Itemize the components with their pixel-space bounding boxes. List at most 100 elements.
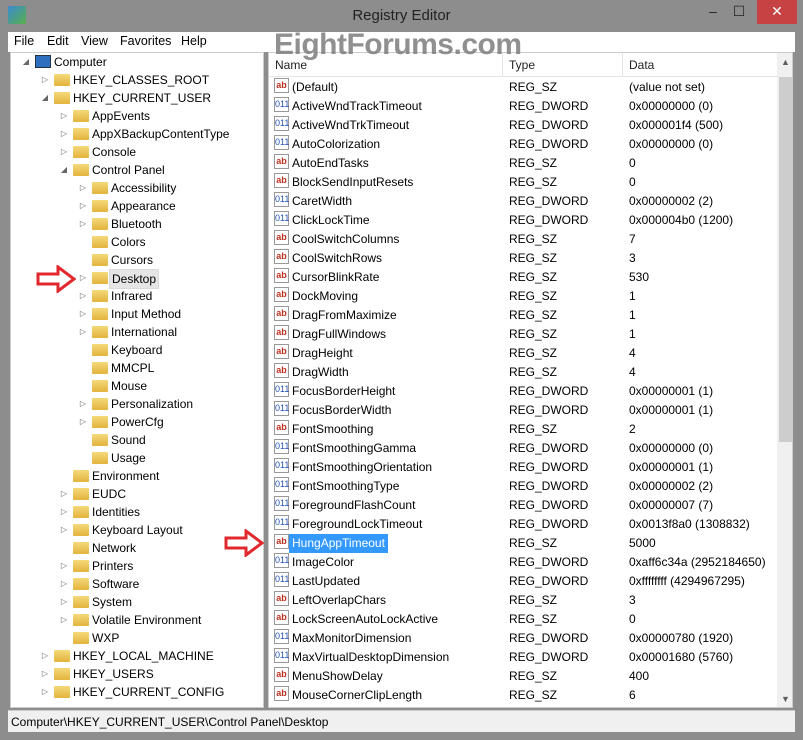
expand-icon[interactable]: ▷ <box>78 287 88 305</box>
tree-item[interactable]: ▷ Bluetooth <box>11 215 263 233</box>
value-row[interactable]: ab AutoEndTasks REG_SZ 0 <box>269 154 777 173</box>
collapse-icon[interactable]: ◢ <box>59 161 69 179</box>
tree-item[interactable]: ▷ Volatile Environment <box>11 611 263 629</box>
menu-help[interactable]: Help <box>181 34 207 48</box>
value-row[interactable]: ab MouseCornerClipLength REG_SZ 6 <box>269 686 777 705</box>
value-row[interactable]: ab CoolSwitchRows REG_SZ 3 <box>269 249 777 268</box>
value-row[interactable]: ab DockMoving REG_SZ 1 <box>269 287 777 306</box>
value-row[interactable]: ab BlockSendInputResets REG_SZ 0 <box>269 173 777 192</box>
tree-item[interactable]: ▷ Printers <box>11 557 263 575</box>
value-row[interactable]: 011 ForegroundFlashCount REG_DWORD 0x000000… <box>269 496 777 515</box>
value-row[interactable]: 011 ClickLockTime REG_DWORD 0x000004b0 (120… <box>269 211 777 230</box>
value-row[interactable]: ab LockScreenAutoLockActive REG_SZ 0 <box>269 610 777 629</box>
values-list[interactable]: Name Type Data ab (Default) REG_SZ (value n… <box>268 52 793 708</box>
tree-item[interactable]: ▷ HKEY_LOCAL_MACHINE <box>11 647 263 665</box>
value-row[interactable]: 011 AutoColorization REG_DWORD 0x00000000 (… <box>269 135 777 154</box>
expand-icon[interactable]: ▷ <box>78 179 88 197</box>
expand-icon[interactable]: ▷ <box>78 215 88 233</box>
value-row[interactable]: 011 CaretWidth REG_DWORD 0x00000002 (2) <box>269 192 777 211</box>
value-row[interactable]: ab MenuShowDelay REG_SZ 400 <box>269 667 777 686</box>
menu-edit[interactable]: Edit <box>47 34 69 48</box>
value-row[interactable]: ab DragFullWindows REG_SZ 1 <box>269 325 777 344</box>
value-row[interactable]: ab HungAppTimeout REG_SZ 5000 <box>269 534 777 553</box>
tree-item[interactable]: ◢ Computer <box>11 53 263 71</box>
expand-icon[interactable]: ▷ <box>59 107 69 125</box>
tree-item[interactable]: MMCPL <box>11 359 263 377</box>
tree-item[interactable]: ▷ HKEY_CURRENT_CONFIG <box>11 683 263 701</box>
expand-icon[interactable]: ▷ <box>78 323 88 341</box>
value-row[interactable]: 011 ActiveWndTrackTimeout REG_DWORD 0x00000… <box>269 97 777 116</box>
value-row[interactable]: ab FontSmoothing REG_SZ 2 <box>269 420 777 439</box>
value-row[interactable]: 011 MaxVirtualDesktopDimension REG_DWORD 0x… <box>269 648 777 667</box>
value-row[interactable]: 011 FocusBorderWidth REG_DWORD 0x00000001 (… <box>269 401 777 420</box>
tree-item[interactable]: Colors <box>11 233 263 251</box>
value-row[interactable]: 011 MaxMonitorDimension REG_DWORD 0x0000078… <box>269 629 777 648</box>
value-row[interactable]: 011 ActiveWndTrkTimeout REG_DWORD 0x000001f… <box>269 116 777 135</box>
value-row[interactable]: ab CoolSwitchColumns REG_SZ 7 <box>269 230 777 249</box>
scrollbar-thumb[interactable] <box>779 77 792 442</box>
tree-item[interactable]: Keyboard <box>11 341 263 359</box>
expand-icon[interactable]: ▷ <box>59 503 69 521</box>
expand-icon[interactable]: ▷ <box>59 125 69 143</box>
value-row[interactable]: 011 FontSmoothingOrientation REG_DWORD 0x00… <box>269 458 777 477</box>
value-row[interactable]: 011 FontSmoothingGamma REG_DWORD 0x00000000… <box>269 439 777 458</box>
tree-item[interactable]: ◢ Control Panel <box>11 161 263 179</box>
tree-item[interactable]: ▷ Accessibility <box>11 179 263 197</box>
column-data[interactable]: Data <box>629 58 654 72</box>
value-row[interactable]: ab DragHeight REG_SZ 4 <box>269 344 777 363</box>
value-row[interactable]: 011 FocusBorderHeight REG_DWORD 0x00000001 … <box>269 382 777 401</box>
value-row[interactable]: ab DragFromMaximize REG_SZ 1 <box>269 306 777 325</box>
tree-item[interactable]: ▷ AppEvents <box>11 107 263 125</box>
close-button[interactable]: ✕ <box>757 0 797 24</box>
tree-item[interactable]: Usage <box>11 449 263 467</box>
tree-item[interactable]: ▷ Personalization <box>11 395 263 413</box>
value-row[interactable]: 011 LastUpdated REG_DWORD 0xffffffff (42949… <box>269 572 777 591</box>
expand-icon[interactable]: ▷ <box>59 611 69 629</box>
value-row[interactable]: ab DragWidth REG_SZ 4 <box>269 363 777 382</box>
tree-item[interactable]: ▷ System <box>11 593 263 611</box>
expand-icon[interactable]: ▷ <box>78 197 88 215</box>
tree-item[interactable]: ▷ Software <box>11 575 263 593</box>
expand-icon[interactable]: ▷ <box>59 593 69 611</box>
expand-icon[interactable]: ▷ <box>78 269 88 287</box>
expand-icon[interactable]: ▷ <box>59 143 69 161</box>
tree-item[interactable]: ▷ Identities <box>11 503 263 521</box>
key-tree[interactable]: ◢ Computer ▷ HKEY_CLASSES_ROOT ◢ HKEY_CURRENT… <box>10 52 264 708</box>
vertical-scrollbar[interactable]: ▲ ▼ <box>777 53 792 707</box>
tree-item[interactable]: ▷ HKEY_USERS <box>11 665 263 683</box>
tree-item[interactable]: ▷ EUDC <box>11 485 263 503</box>
scroll-up-icon[interactable]: ▲ <box>777 57 792 67</box>
tree-item[interactable]: ▷ International <box>11 323 263 341</box>
expand-icon[interactable]: ▷ <box>59 521 69 539</box>
tree-item[interactable]: Environment <box>11 467 263 485</box>
maximize-button[interactable]: ☐ <box>726 0 752 24</box>
tree-item[interactable]: WXP <box>11 629 263 647</box>
tree-item[interactable]: ▷ PowerCfg <box>11 413 263 431</box>
menu-file[interactable]: File <box>14 34 34 48</box>
expand-icon[interactable]: ▷ <box>78 305 88 323</box>
column-divider[interactable] <box>622 53 623 77</box>
expand-icon[interactable]: ▷ <box>59 575 69 593</box>
expand-icon[interactable]: ▷ <box>40 665 50 683</box>
tree-item[interactable]: ◢ HKEY_CURRENT_USER <box>11 89 263 107</box>
tree-item[interactable]: ▷ Appearance <box>11 197 263 215</box>
expand-icon[interactable]: ▷ <box>59 485 69 503</box>
menu-view[interactable]: View <box>81 34 108 48</box>
expand-icon[interactable]: ▷ <box>59 557 69 575</box>
expand-icon[interactable]: ▷ <box>40 647 50 665</box>
tree-item[interactable]: Sound <box>11 431 263 449</box>
tree-item[interactable]: ▷ Console <box>11 143 263 161</box>
tree-item[interactable]: Mouse <box>11 377 263 395</box>
value-row[interactable]: ab (Default) REG_SZ (value not set) <box>269 78 777 97</box>
value-row[interactable]: ab LeftOverlapChars REG_SZ 3 <box>269 591 777 610</box>
expand-icon[interactable]: ▷ <box>78 395 88 413</box>
value-row[interactable]: 011 ImageColor REG_DWORD 0xaff6c34a (295218… <box>269 553 777 572</box>
tree-item[interactable]: ▷ Input Method <box>11 305 263 323</box>
collapse-icon[interactable]: ◢ <box>40 89 50 107</box>
scroll-down-icon[interactable]: ▼ <box>777 694 792 704</box>
tree-item[interactable]: ▷ AppXBackupContentType <box>11 125 263 143</box>
menu-favorites[interactable]: Favorites <box>120 34 171 48</box>
minimize-button[interactable]: – <box>700 0 726 24</box>
value-row[interactable]: 011 FontSmoothingType REG_DWORD 0x00000002 … <box>269 477 777 496</box>
value-row[interactable]: ab CursorBlinkRate REG_SZ 530 <box>269 268 777 287</box>
